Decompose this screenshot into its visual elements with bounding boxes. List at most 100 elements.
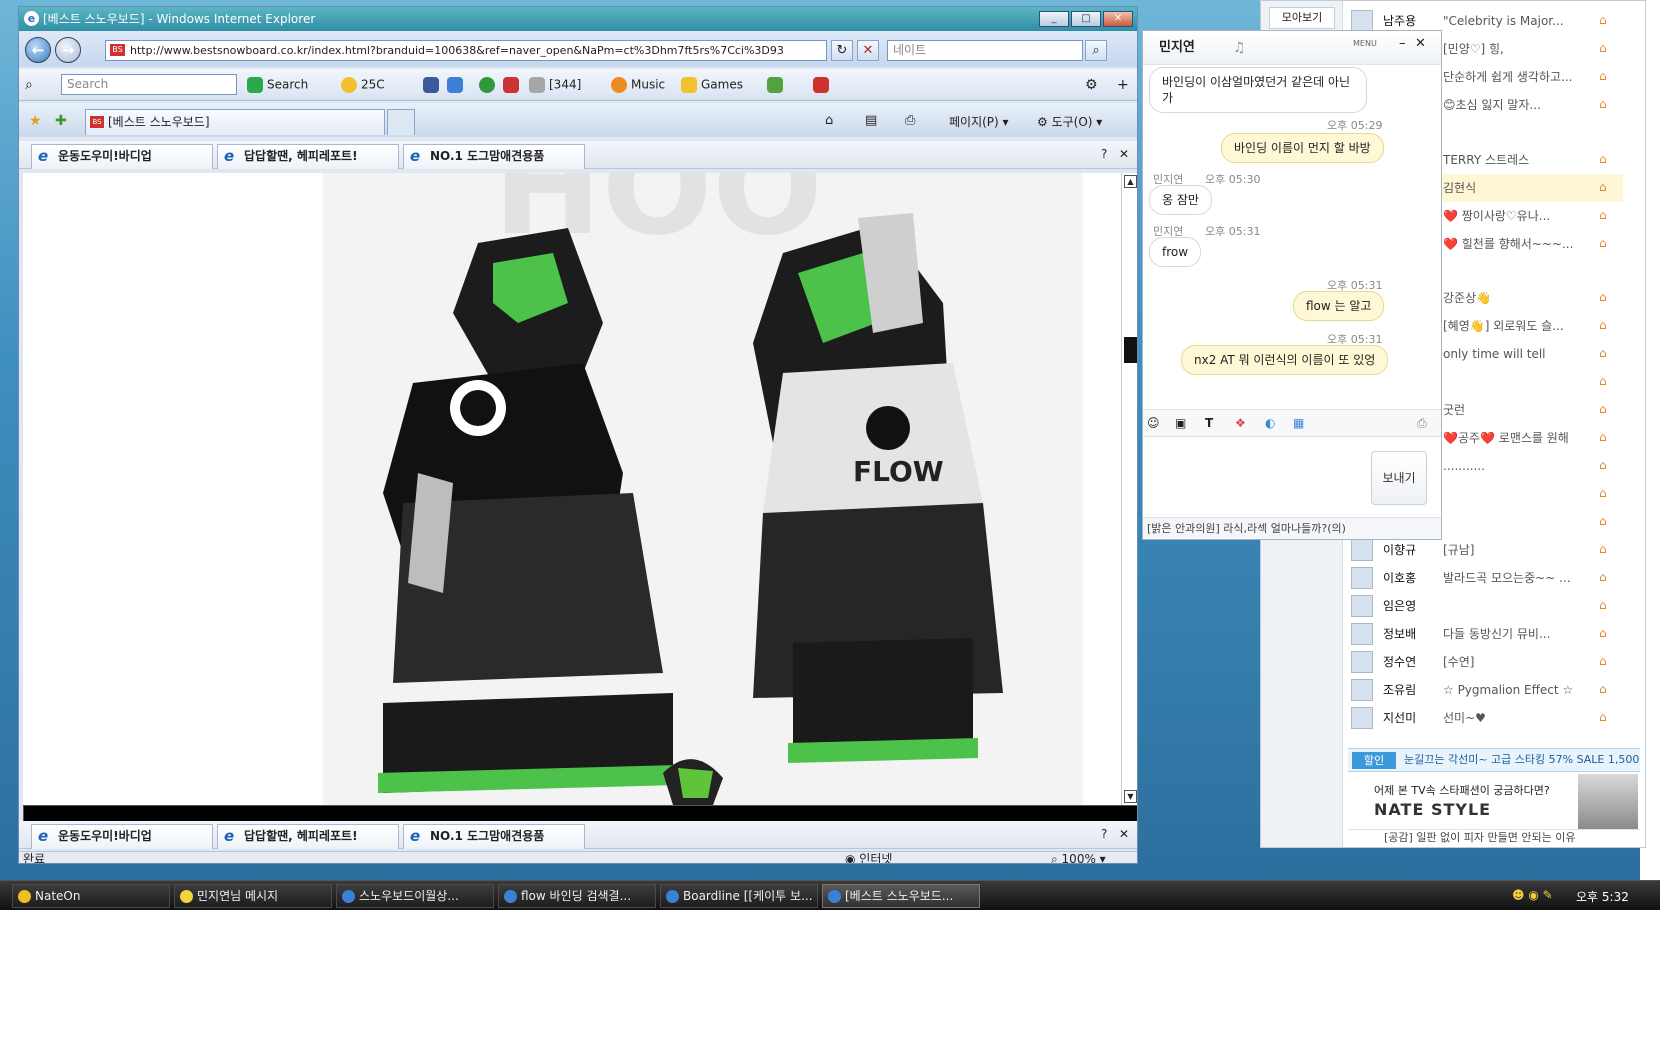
minimize-button[interactable]: _ [1039,11,1069,27]
minihome-icon[interactable]: ⌂ [1599,487,1613,500]
minihome-icon[interactable]: ⌂ [1599,209,1613,222]
minihome-icon[interactable]: ⌂ [1599,98,1613,111]
contact-bottom-text[interactable]: [공감] 일판 없이 피자 만들면 안되는 이유 [1348,830,1640,846]
back-button[interactable]: ← [25,37,51,63]
add-favorites-icon[interactable]: ✚ [55,113,67,129]
minihome-icon[interactable]: ⌂ [1599,515,1613,528]
image-icon[interactable]: ▦ [1293,416,1304,430]
home-icon[interactable]: ⌂ [825,113,833,128]
contact-row[interactable]: 지선미 선미~♥ ⌂ [1343,704,1623,732]
ad-banner[interactable]: 할인 눈길끄는 각선미~ 고급 스타킹 57% SALE 1,500원! [1348,748,1640,772]
minihome-icon[interactable]: ⌂ [1599,571,1613,584]
tray-icons[interactable]: ☻ ◉ ✎ [1512,888,1553,902]
scroll-thumb[interactable] [1124,337,1137,363]
contact-row[interactable]: 조유림 ☆ Pygmalion Effect ☆ ⌂ [1343,676,1623,704]
frame-tab-3[interactable]: e NO.1 도그맘애견용품 [403,824,585,849]
printer-icon[interactable]: ⎙ [1417,416,1427,431]
frame-tab-2[interactable]: e 답답할땐, 헤피레포트! [217,824,399,849]
minihome-icon[interactable]: ⌂ [1599,711,1613,724]
minihome-icon[interactable]: ⌂ [1599,181,1613,194]
gift-icon[interactable] [813,77,833,93]
minihome-icon[interactable]: ⌂ [1599,431,1613,444]
taskbar-item-snowboard[interactable]: 스노우보드이월상... [336,884,494,908]
tab-bestsnowboard[interactable]: BS [베스트 스노우보드] [85,109,385,135]
chat-ad-text[interactable]: [밝은 안과의원] 라식,라섹 얼마나들까?(의) [1143,517,1441,539]
help-icon[interactable]: ? [1101,147,1107,161]
weather-widget[interactable]: 25C [341,77,385,93]
contact-row[interactable]: 이호홍 발라드곡 모으는중~~ ... ⌂ [1343,564,1623,592]
address-input[interactable]: BS http://www.bestsnowboard.co.kr/index.… [105,40,827,61]
help-icon[interactable]: ? [1101,827,1107,841]
minihome-icon[interactable]: ⌂ [1599,70,1613,83]
taskbar-item-nateon[interactable]: NateOn [12,884,170,908]
wrench-icon[interactable]: ⚙ [1085,77,1098,93]
gift-icon[interactable]: ❖ [1235,416,1246,430]
scroll-up-icon[interactable]: ▲ [1124,175,1137,188]
vertical-scrollbar[interactable]: ▲ ▼ [1121,173,1137,805]
web-search-input[interactable]: 네이트 [887,40,1083,61]
emoticon-icon[interactable]: ☺ [1147,416,1160,430]
chat-menu[interactable]: MENU [1353,31,1377,61]
games-button[interactable]: Games [681,77,743,93]
frame-tab-2[interactable]: e 답답할땐, 헤피레포트! [217,144,399,169]
minihome-icon[interactable]: ⌂ [1599,291,1613,304]
font-icon[interactable]: T [1205,416,1213,430]
chat-title-bar[interactable]: 민지연 MENU ♫ – ✕ [1143,31,1441,65]
toolbar-search-input[interactable]: Search [61,74,237,95]
file-icon[interactable]: ▣ [1175,416,1186,430]
tools-menu[interactable]: ⚙ 도구(O) ▾ [1037,113,1102,130]
minihome-icon[interactable]: ⌂ [1599,42,1613,55]
toolbar-search-button[interactable]: Search [247,77,308,93]
title-bar[interactable]: e [베스트 스노우보드] - Windows Internet Explore… [19,7,1137,31]
music-button[interactable]: Music [611,77,665,93]
minihome-icon[interactable]: ⌂ [1599,627,1613,640]
facebook-icon[interactable] [423,77,443,93]
chat-close-icon[interactable]: ✕ [1415,31,1426,61]
add-icon[interactable]: + [1117,77,1129,93]
globe-icon[interactable] [479,77,499,93]
minihome-icon[interactable]: ⌂ [1599,543,1613,556]
contact-row[interactable]: 정보배 다들 동방신기 뮤비... ⌂ [1343,620,1623,648]
contact-row[interactable]: 임은영 ⌂ [1343,592,1623,620]
minihome-icon[interactable]: ⌂ [1599,14,1613,27]
collect-view-button[interactable]: 모아보기 [1269,7,1335,29]
taskbar-item-message[interactable]: 민지연님 메시지 [174,884,332,908]
taskbar-item-bestsnowboard[interactable]: [베스트 스노우보드... [822,884,980,908]
print-icon[interactable]: ⎙ [905,113,915,128]
search-go-icon[interactable]: ⌕ [1085,40,1107,61]
frame-close-icon[interactable]: ✕ [1119,827,1129,841]
minihome-icon[interactable]: ⌂ [1599,375,1613,388]
zoom-control[interactable]: ⌕ 100% ▾ [1051,852,1106,863]
taskbar-item-flow-search[interactable]: flow 바인딩 검색결... [498,884,656,908]
frame-close-icon[interactable]: ✕ [1119,147,1129,161]
minihome-icon[interactable]: ⌂ [1599,655,1613,668]
mail-icon[interactable] [447,77,467,93]
chat-minimize-icon[interactable]: – [1399,31,1406,61]
taskbar-item-boardline[interactable]: Boardline [[케이투 보... [660,884,818,908]
send-button[interactable]: 보내기 [1371,451,1427,505]
minihome-icon[interactable]: ⌂ [1599,347,1613,360]
minihome-icon[interactable]: ⌂ [1599,319,1613,332]
minihome-icon[interactable]: ⌂ [1599,237,1613,250]
contact-row[interactable]: 정수연 [수연] ⌂ [1343,648,1623,676]
bell-icon[interactable]: ♫ [1233,31,1246,65]
nate-style-promo[interactable]: 어제 본 TV속 스타패션이 궁금하다면? NATE STYLE [1348,774,1640,830]
chat-icon[interactable]: ◐ [1265,416,1275,430]
stop-button[interactable]: ✕ [857,40,879,61]
minihome-icon[interactable]: ⌂ [1599,153,1613,166]
forward-button[interactable]: → [55,37,81,63]
frame-tab-1[interactable]: e 운동도우미!바디업 [31,824,213,849]
contact-row[interactable]: 이향규 [규남] ⌂ [1343,536,1623,564]
feeds-icon[interactable]: ▤ [865,113,877,128]
page-menu[interactable]: 페이지(P) ▾ [949,113,1009,130]
new-tab-button[interactable] [387,109,415,135]
favorites-star-icon[interactable]: ★ [29,113,42,129]
search-icon[interactable]: ⌕ [25,77,33,93]
scroll-down-icon[interactable]: ▼ [1124,790,1137,803]
frame-tab-3[interactable]: e NO.1 도그맘애견용품 [403,144,585,169]
refresh-button[interactable]: ↻ [831,40,853,61]
minihome-icon[interactable]: ⌂ [1599,683,1613,696]
close-button[interactable]: ✕ [1103,11,1133,27]
video-icon[interactable] [503,77,523,93]
minihome-icon[interactable]: ⌂ [1599,403,1613,416]
